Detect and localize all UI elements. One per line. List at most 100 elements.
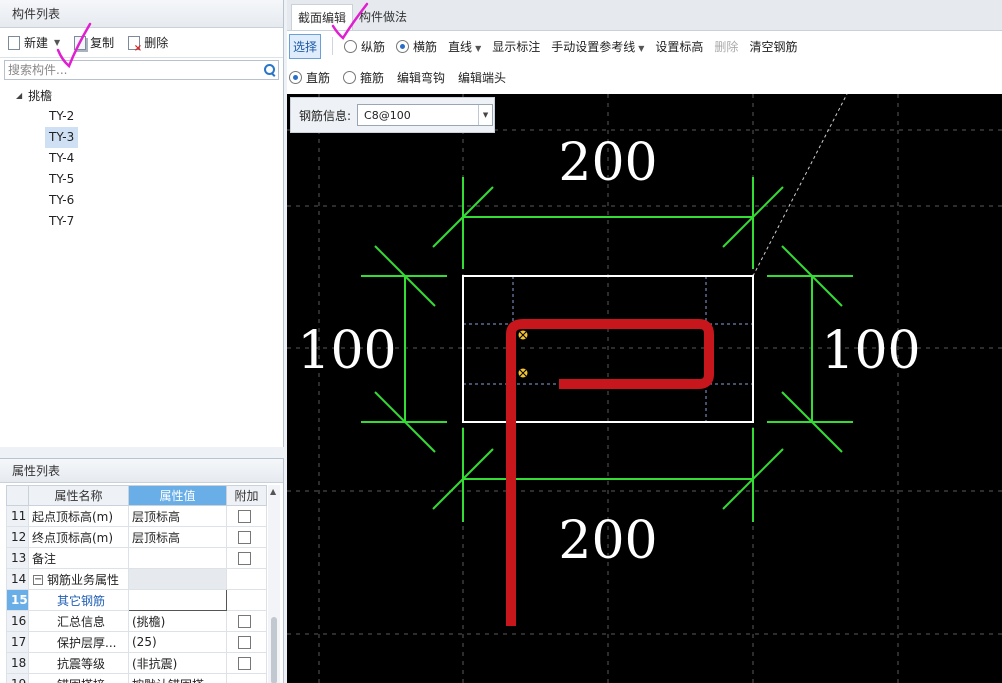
column-header-extra[interactable]: 附加 — [226, 485, 267, 506]
property-name: − 钢筋业务属性 — [28, 568, 129, 590]
transverse-label: 横筋 — [413, 39, 438, 54]
section-editor: 截面编辑 构件做法 选择 纵筋 横筋 直线 ▼ 显示标注 手动设置参考线 ▼ 设置标… — [287, 0, 1002, 683]
extra-checkbox[interactable] — [238, 636, 251, 649]
property-row[interactable]: 17 保护层厚... (25) — [6, 631, 267, 653]
rebar-info-value: C8@100 — [364, 108, 411, 122]
property-row[interactable]: 19 锚固搭接 按默认锚固搭 — [6, 673, 267, 683]
row-number: 11 — [6, 505, 29, 527]
edit-hook-button[interactable]: 编辑弯钩 — [397, 69, 445, 86]
radio-off-icon — [344, 39, 358, 53]
chevron-down-icon[interactable]: ▼ — [54, 38, 60, 47]
property-extra — [226, 631, 267, 653]
component-tree: ◢ 挑檐 TY-2 TY-3 TY-4 TY-5 TY-6 TY-7 — [0, 82, 283, 232]
property-value[interactable]: 层顶标高 — [128, 526, 227, 548]
leader-line — [752, 94, 848, 277]
search-icon[interactable] — [260, 61, 278, 79]
property-row[interactable]: 15 其它钢筋 — [6, 589, 267, 611]
row-number: 18 — [6, 652, 29, 674]
tree-root-node[interactable]: ◢ 挑檐 — [0, 86, 283, 106]
editor-toolbar-1: 选择 纵筋 横筋 直线 ▼ 显示标注 手动设置参考线 ▼ 设置标高 删除 清空钢筋 — [287, 31, 1002, 61]
delete-button[interactable]: 删除 — [128, 34, 168, 54]
property-name: 保护层厚... — [28, 631, 129, 653]
row-number: 17 — [6, 631, 29, 653]
extra-checkbox[interactable] — [238, 615, 251, 628]
property-name: 终点顶标高(m) — [28, 526, 129, 548]
property-value[interactable]: (25) — [128, 631, 227, 653]
copy-button[interactable]: 复制 — [74, 34, 114, 51]
property-name-text: 其它钢筋 — [57, 593, 106, 608]
property-value[interactable]: 按默认锚固搭 — [128, 673, 227, 683]
rebar-info-label: 钢筋信息: — [299, 108, 352, 123]
longitudinal-radio[interactable]: 纵筋 — [344, 38, 385, 55]
stirrup-label: 箍筋 — [360, 71, 385, 85]
property-value[interactable]: 层顶标高 — [128, 505, 227, 527]
column-header-value[interactable]: 属性值 — [128, 485, 227, 506]
radio-off-icon — [343, 71, 357, 84]
rebar-path[interactable] — [506, 319, 714, 626]
rebar-point-2[interactable] — [517, 367, 529, 379]
tree-item[interactable]: TY-7 — [45, 211, 78, 232]
collapse-minus-icon[interactable]: − — [33, 575, 43, 585]
property-value[interactable] — [128, 568, 227, 590]
straight-bar-radio[interactable]: 直筋 — [289, 69, 330, 86]
extra-checkbox[interactable] — [238, 657, 251, 670]
extra-checkbox[interactable] — [238, 552, 251, 565]
tree-item[interactable]: TY-5 — [45, 169, 78, 190]
new-button[interactable]: 新建 ▼ — [8, 34, 60, 51]
scrollbar-thumb[interactable] — [271, 617, 277, 683]
property-name-text: 钢筋业务属性 — [47, 572, 120, 587]
scroll-up-arrow-icon[interactable]: ▲ — [270, 487, 276, 496]
drawing-canvas[interactable]: 钢筋信息: C8@100 ▼ 200 200 100 100 — [287, 94, 1002, 683]
property-row[interactable]: 18 抗震等级 (非抗震) — [6, 652, 267, 674]
property-row[interactable]: 14− 钢筋业务属性 — [6, 568, 267, 590]
component-list-title: 构件列表 — [0, 0, 283, 28]
property-list-title: 属性列表 — [0, 459, 283, 483]
row-number: 15 — [6, 589, 29, 611]
clear-rebar-button[interactable]: 清空钢筋 — [749, 38, 797, 55]
property-value[interactable] — [128, 589, 227, 611]
property-row[interactable]: 16 汇总信息 (挑檐) — [6, 610, 267, 632]
longitudinal-label: 纵筋 — [361, 39, 386, 54]
tree-item[interactable]: TY-4 — [45, 148, 78, 169]
manual-ref-dropdown[interactable]: 手动设置参考线 ▼ — [551, 38, 644, 55]
property-value[interactable]: (挑檐) — [128, 610, 227, 632]
select-button[interactable]: 选择 — [289, 33, 322, 59]
tree-item[interactable]: TY-2 — [45, 106, 78, 127]
extra-checkbox[interactable] — [238, 510, 251, 523]
property-row[interactable]: 11 起点顶标高(m) 层顶标高 — [6, 505, 267, 527]
chevron-down-icon: ▼ — [475, 43, 482, 53]
edit-end-button[interactable]: 编辑端头 — [458, 69, 506, 86]
collapse-arrow-icon[interactable]: ◢ — [16, 86, 22, 106]
column-header-name[interactable]: 属性名称 — [28, 485, 129, 506]
transverse-radio[interactable]: 横筋 — [396, 38, 437, 55]
line-type-dropdown[interactable]: 直线 ▼ — [448, 38, 481, 55]
stirrup-radio[interactable]: 箍筋 — [343, 69, 384, 86]
property-row[interactable]: 12 终点顶标高(m) 层顶标高 — [6, 526, 267, 548]
chevron-down-icon[interactable]: ▼ — [478, 105, 492, 125]
property-extra — [226, 568, 267, 590]
property-value[interactable]: (非抗震) — [128, 652, 227, 674]
property-name-text: 起点顶标高(m) — [32, 509, 114, 524]
property-scrollbar[interactable]: ▲ — [268, 485, 280, 683]
property-name: 锚固搭接 — [28, 673, 129, 683]
component-list-panel: 构件列表 新建 ▼ 复制 删除 ◢ 挑檐 TY-2TY-3TY-4TY-5TY-… — [0, 0, 284, 447]
manual-ref-label: 手动设置参考线 — [551, 39, 636, 54]
property-row[interactable]: 13 备注 — [6, 547, 267, 569]
tree-item[interactable]: TY-3 — [45, 127, 79, 148]
component-search-input[interactable] — [8, 63, 260, 77]
extra-checkbox[interactable] — [238, 531, 251, 544]
tree-item[interactable]: TY-6 — [45, 190, 78, 211]
delete-rebar-button[interactable]: 删除 — [714, 38, 738, 55]
tab-component-method[interactable]: 构件做法 — [353, 4, 413, 30]
property-name-text: 保护层厚... — [57, 635, 117, 650]
rebar-point-1[interactable] — [517, 329, 529, 341]
property-extra — [226, 526, 267, 548]
toolbar-divider — [332, 37, 334, 55]
property-extra — [226, 673, 267, 683]
show-dims-button[interactable]: 显示标注 — [492, 38, 540, 55]
rebar-info-select[interactable]: C8@100 ▼ — [357, 104, 494, 126]
dimension-left: 100 — [297, 321, 396, 381]
property-value[interactable] — [128, 547, 227, 569]
set-elevation-button[interactable]: 设置标高 — [655, 38, 703, 55]
tab-section-edit[interactable]: 截面编辑 — [291, 4, 354, 30]
